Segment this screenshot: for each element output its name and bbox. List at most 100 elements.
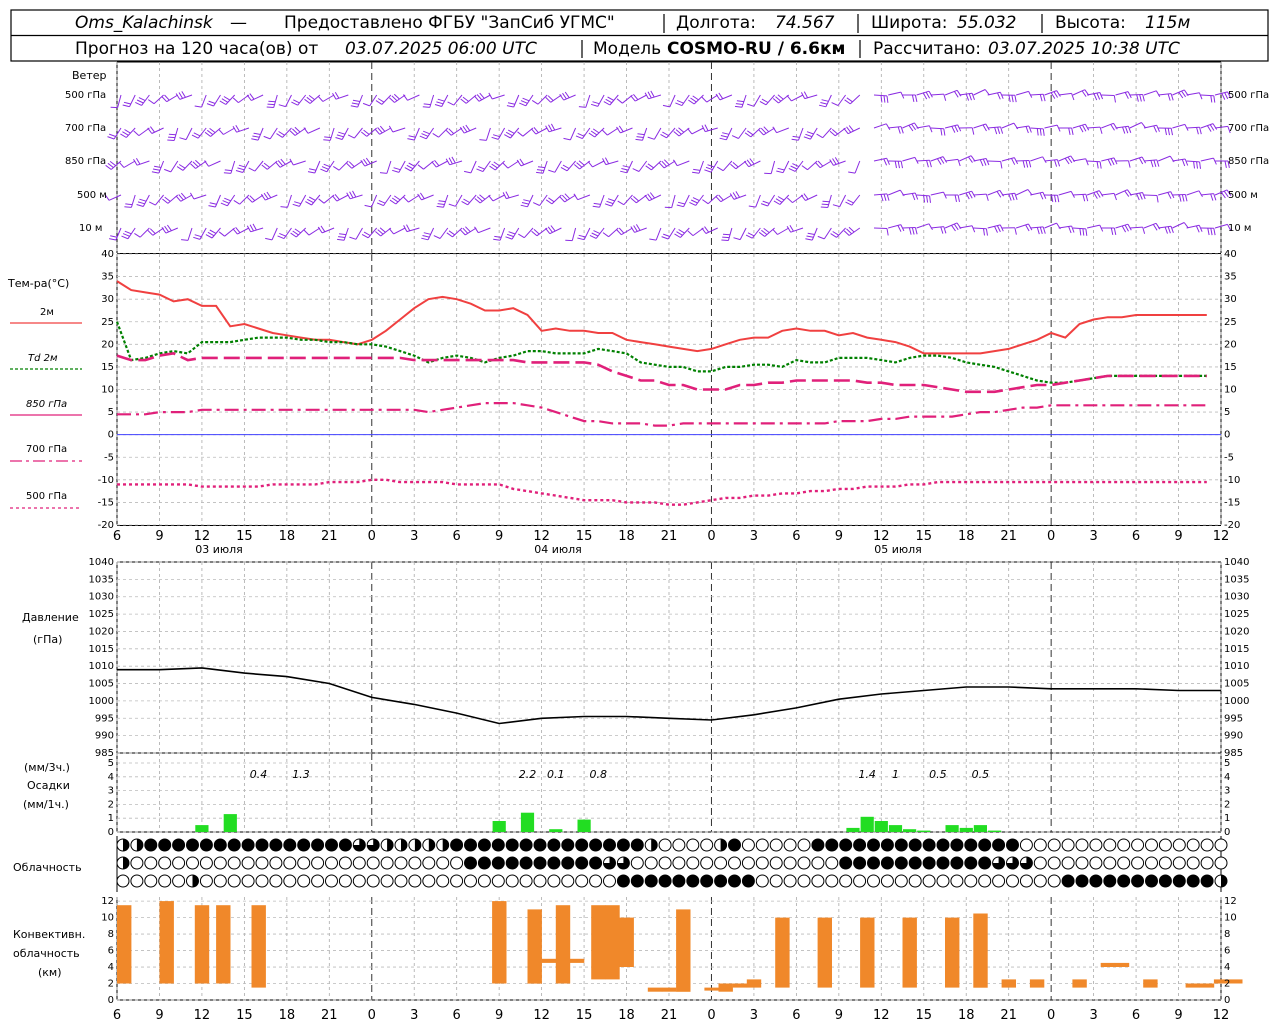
cloud-symbol xyxy=(423,875,435,887)
cloud-symbol xyxy=(520,839,532,851)
cloud-symbol xyxy=(784,839,796,851)
cloud-symbol xyxy=(423,857,435,869)
cloud-symbol xyxy=(590,875,602,887)
pressure-y-tick-right: 1000 xyxy=(1224,696,1249,707)
cloud-symbol xyxy=(326,875,338,887)
cloud-symbol xyxy=(923,875,935,887)
wind-barb-feather xyxy=(125,204,132,205)
cloud-symbol xyxy=(895,839,907,851)
cloud-symbol xyxy=(881,857,893,869)
x-tick-label-temp: 6 xyxy=(113,529,121,544)
temp-y-tick-right: 35 xyxy=(1224,272,1237,283)
cloud-symbol xyxy=(339,875,351,887)
pressure-y-tick-left: 1025 xyxy=(89,609,114,620)
wind-barb-shaft xyxy=(988,161,1001,162)
temp-y-tick-right: -15 xyxy=(1224,497,1240,508)
cloud-symbol xyxy=(868,875,880,887)
wind-barb-feather xyxy=(722,237,729,238)
x-tick-label-bottom: 6 xyxy=(792,1008,800,1023)
conv-bar xyxy=(860,918,874,988)
cloud-symbol xyxy=(715,857,727,869)
cloud-symbol xyxy=(465,875,477,887)
pressure-y-tick-right: 1005 xyxy=(1224,679,1249,690)
cloud-symbol xyxy=(437,857,449,869)
x-tick-label-bottom: 0 xyxy=(368,1008,376,1023)
wind-barb-feather xyxy=(723,234,730,235)
cloud-symbol xyxy=(1187,875,1199,887)
conv-bar xyxy=(775,918,789,988)
precip-bar xyxy=(578,820,591,832)
wind-title: Ветер xyxy=(72,69,106,82)
conv-bar xyxy=(542,959,556,963)
pressure-y-tick-left: 1040 xyxy=(89,557,114,568)
cloud-symbol xyxy=(1034,857,1046,869)
precip-y-tick-left: 1 xyxy=(108,813,114,824)
cloud-symbol xyxy=(687,839,699,851)
conv-y-tick-right: 0 xyxy=(1224,995,1230,1006)
date-label: 04 июля xyxy=(534,543,582,556)
cloud-symbol xyxy=(673,875,685,887)
cloud-symbol xyxy=(979,839,991,851)
wind-barb-shaft xyxy=(902,228,915,229)
conv-y-tick-left: 6 xyxy=(108,946,114,957)
x-tick-label-temp: 15 xyxy=(576,529,593,544)
meteogram-svg: Oms_Kalachinsk — Предоставлено ФГБУ "Зап… xyxy=(0,0,1280,1024)
x-tick-label-bottom: 15 xyxy=(236,1008,253,1023)
temp-y-tick-left: 0 xyxy=(108,430,114,441)
cloud-symbol xyxy=(353,875,365,887)
precip-y-tick-right: 0 xyxy=(1224,827,1230,838)
cloud-symbol xyxy=(173,875,185,887)
conv-bar xyxy=(216,905,230,983)
altitude-label: Высота: xyxy=(1055,13,1126,33)
cloud-symbol xyxy=(173,839,185,851)
x-tick-label-bottom: 3 xyxy=(750,1008,758,1023)
temp-y-tick-left: -20 xyxy=(98,520,114,531)
cloud-symbol xyxy=(729,839,741,851)
cloud-symbol xyxy=(617,839,629,851)
cloud-symbol xyxy=(1104,857,1116,869)
cloud-symbol xyxy=(854,839,866,851)
cloud-symbol xyxy=(993,839,1005,851)
cloud-symbol xyxy=(868,857,880,869)
wind-barb-feather xyxy=(167,140,174,141)
forecast-time: 03.07.2025 06:00 UTC xyxy=(345,39,537,59)
cloud-symbol xyxy=(1132,875,1144,887)
pressure-y-tick-left: 1005 xyxy=(89,679,114,690)
wind-barb-feather xyxy=(224,173,231,174)
pressure-y-tick-right: 1035 xyxy=(1224,574,1249,585)
cloud-symbol xyxy=(590,857,602,869)
cloud-symbol xyxy=(645,875,657,887)
cloud-symbol xyxy=(895,857,907,869)
cloud-symbol xyxy=(492,839,504,851)
legend-td-label: Td 2м xyxy=(28,353,58,364)
precip-sum-label: 0.8 xyxy=(589,768,607,781)
cloud-symbol xyxy=(145,857,157,869)
cloud-symbol xyxy=(1159,875,1171,887)
wind-barb-shaft xyxy=(1030,94,1043,95)
cloud-symbol xyxy=(576,839,588,851)
pressure-y-tick-left: 1030 xyxy=(89,592,114,603)
cloud-symbol xyxy=(742,857,754,869)
cloud-symbol xyxy=(187,839,199,851)
pressure-y-tick-right: 995 xyxy=(1224,713,1243,724)
cloud-symbol xyxy=(1020,839,1032,851)
temp-y-tick-right: -5 xyxy=(1224,452,1234,463)
cloud-symbol xyxy=(812,875,824,887)
cloud-symbol xyxy=(159,875,171,887)
model-value: COSMO-RU / 6.6км xyxy=(667,39,845,59)
conv-bar xyxy=(620,918,634,967)
cloud-symbol xyxy=(534,839,546,851)
longitude-label: Долгота: xyxy=(676,13,756,33)
cloud-symbol xyxy=(729,875,741,887)
temp-y-tick-left: 35 xyxy=(101,272,114,283)
cloud-symbol xyxy=(826,875,838,887)
cloud-symbol xyxy=(895,875,907,887)
cloud-symbol xyxy=(145,839,157,851)
cloud-symbol xyxy=(1020,875,1032,887)
cloud-symbol xyxy=(631,857,643,869)
conv-bar xyxy=(556,905,570,983)
cloud-symbol xyxy=(951,875,963,887)
cloud-symbol xyxy=(840,857,852,869)
conv-bar xyxy=(733,984,747,988)
wind-level-700hpa-right: 700 гПа xyxy=(1228,123,1269,134)
